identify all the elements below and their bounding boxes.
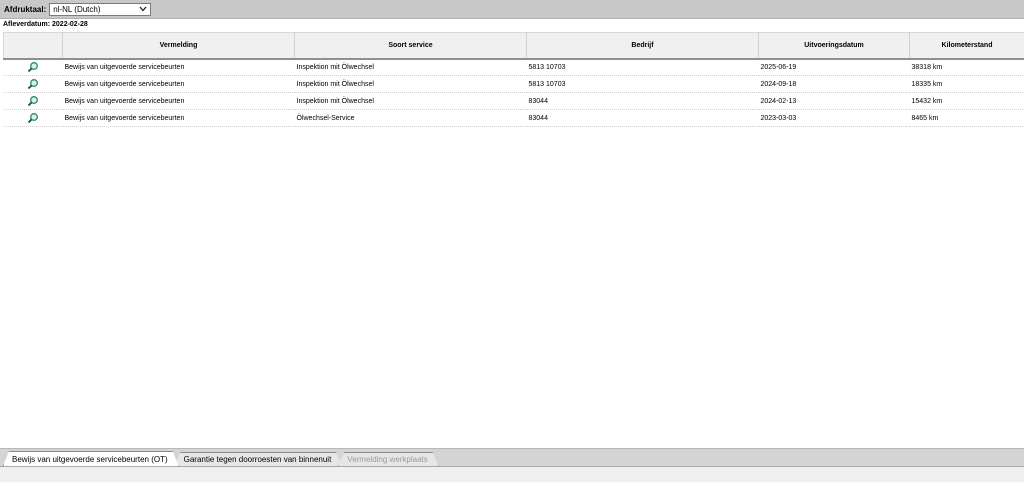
header-soort-service[interactable]: Soort service [294, 32, 527, 60]
magnifier-icon[interactable] [27, 78, 39, 90]
service-history-table: Vermelding Soort service Bedrijf Uitvoer… [3, 32, 1024, 127]
tab-bar: Bewijs van uitgevoerde servicebeurten (O… [0, 448, 1024, 482]
view-cell[interactable] [3, 75, 63, 93]
cell-datum: 2025-06-19 [758, 58, 910, 76]
toolbar: Afdruktaal: nl-NL (Dutch) [0, 0, 1024, 19]
table-header-row: Vermelding Soort service Bedrijf Uitvoer… [3, 32, 1024, 60]
cell-bedrijf: 5813 10703 [526, 75, 759, 93]
cell-vermelding: Bewijs van uitgevoerde servicebeurten [62, 92, 295, 110]
tab-content-pane [0, 466, 1024, 482]
tab-service-proof[interactable]: Bewijs van uitgevoerde servicebeurten (O… [3, 451, 179, 466]
cell-vermelding: Bewijs van uitgevoerde servicebeurten [62, 75, 295, 93]
table-row[interactable]: Bewijs van uitgevoerde servicebeurten In… [3, 92, 1024, 110]
cell-soort-service: Inspektion mit Ölwechsel [294, 75, 527, 93]
cell-datum: 2024-02-13 [758, 92, 910, 110]
table-row[interactable]: Bewijs van uitgevoerde servicebeurten In… [3, 58, 1024, 76]
cell-bedrijf: 83044 [526, 109, 759, 127]
cell-soort-service: Inspektion mit Ölwechsel [294, 92, 527, 110]
table-row[interactable]: Bewijs van uitgevoerde servicebeurten In… [3, 75, 1024, 93]
cell-vermelding: Bewijs van uitgevoerde servicebeurten [62, 109, 295, 127]
view-cell[interactable] [3, 109, 63, 127]
cell-datum: 2024-09-18 [758, 75, 910, 93]
cell-km: 15432 km [909, 92, 1024, 110]
cell-soort-service: Inspektion mit Ölwechsel [294, 58, 527, 76]
delivery-date: Afleverdatum: 2022-02-28 [3, 21, 88, 28]
view-cell[interactable] [3, 92, 63, 110]
view-cell[interactable] [3, 58, 63, 76]
print-language-select[interactable]: nl-NL (Dutch) [49, 2, 152, 16]
header-vermelding[interactable]: Vermelding [62, 32, 295, 60]
cell-km: 38318 km [909, 58, 1024, 76]
magnifier-icon[interactable] [27, 95, 39, 107]
chevron-down-icon [139, 5, 147, 13]
print-language-label: Afdruktaal: [4, 4, 47, 14]
magnifier-icon[interactable] [27, 61, 39, 73]
cell-vermelding: Bewijs van uitgevoerde servicebeurten [62, 58, 295, 76]
cell-bedrijf: 83044 [526, 92, 759, 110]
header-kilometerstand[interactable]: Kilometerstand [909, 32, 1024, 60]
tab-workshop-note: Vermelding werkplaats [338, 452, 438, 466]
cell-datum: 2023-03-03 [758, 109, 910, 127]
cell-soort-service: Ölwechsel-Service [294, 109, 527, 127]
cell-km: 8465 km [909, 109, 1024, 127]
table-row[interactable]: Bewijs van uitgevoerde servicebeurten Öl… [3, 109, 1024, 127]
magnifier-icon[interactable] [27, 112, 39, 124]
header-bedrijf[interactable]: Bedrijf [526, 32, 759, 60]
print-language-value: nl-NL (Dutch) [53, 4, 101, 14]
cell-bedrijf: 5813 10703 [526, 58, 759, 76]
cell-km: 18335 km [909, 75, 1024, 93]
header-uitvoeringsdatum[interactable]: Uitvoeringsdatum [758, 32, 910, 60]
tab-strip: Bewijs van uitgevoerde servicebeurten (O… [3, 450, 435, 466]
tab-rust-warranty[interactable]: Garantie tegen doorroesten van binnenuit [175, 452, 343, 466]
header-icon [3, 32, 63, 60]
